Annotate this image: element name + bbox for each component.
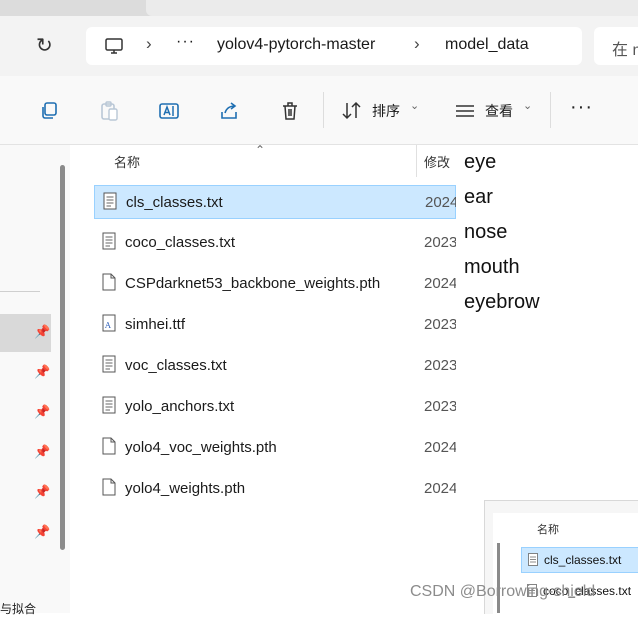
file-name: cls_classes.txt	[126, 194, 223, 211]
address-row: ↻ › ··· yolov4-pytorch-master › model_da…	[0, 16, 638, 76]
file-name: yolo_anchors.txt	[125, 398, 235, 415]
copy-icon[interactable]	[38, 100, 60, 122]
tab-strip	[0, 0, 638, 16]
view-icon[interactable]	[454, 100, 476, 122]
file-name: yolo4_weights.pth	[125, 480, 246, 497]
pin-icon[interactable]: 📌	[34, 484, 50, 500]
text-file-icon	[102, 396, 116, 414]
file-date: 2023	[424, 398, 458, 415]
nav-scrollbar[interactable]	[60, 165, 65, 550]
watermark: CSDN @Borrowing-shield	[410, 583, 596, 600]
search-placeholder: 在 m	[612, 42, 638, 59]
file-row[interactable]: yolo4_voc_weights.pth 2024	[94, 431, 458, 465]
pin-icon[interactable]: 📌	[34, 444, 50, 460]
text-file-icon	[102, 232, 116, 250]
file-list: ⌃ 名称 修改 cls_classes.txt 2024 coco_classes.…	[72, 143, 459, 613]
text-line: ear	[464, 186, 493, 208]
file-row[interactable]: cls_classes.txt 2024	[94, 185, 459, 219]
chevron-down-icon[interactable]: ⌄	[523, 99, 532, 112]
chevron-right-icon: ›	[414, 34, 420, 53]
sort-up-icon: ⌃	[255, 143, 266, 157]
chevron-right-icon: ›	[146, 34, 152, 53]
scrollbar[interactable]	[497, 543, 500, 613]
list-item[interactable]: cls_classes.txt	[521, 547, 638, 573]
refresh-icon[interactable]: ↻	[36, 33, 53, 58]
column-header-name[interactable]: 名称	[114, 152, 140, 171]
file-date: 2024	[425, 194, 459, 211]
font-file-icon: A	[102, 314, 116, 332]
more-options-button[interactable]: ···	[570, 96, 593, 119]
pin-icon[interactable]: 📌	[34, 364, 50, 380]
share-icon[interactable]	[218, 100, 240, 122]
text-line: mouth	[464, 256, 520, 278]
text-line: eye	[464, 151, 497, 173]
file-date: 2024	[424, 275, 458, 292]
file-name: voc_classes.txt	[125, 357, 227, 374]
text-line: eyebrow	[464, 291, 540, 313]
breadcrumb-item-project[interactable]: yolov4-pytorch-master	[217, 36, 375, 54]
pin-icon[interactable]: 📌	[34, 524, 50, 540]
file-name: yolo4_voc_weights.pth	[125, 439, 277, 456]
file-date: 2024	[424, 480, 458, 497]
file-date: 2023	[424, 357, 458, 374]
sort-button[interactable]: 排序	[372, 101, 400, 121]
text-file-icon	[103, 192, 117, 210]
nav-divider	[0, 291, 40, 292]
text-file-icon	[528, 553, 538, 566]
file-name: cls_classes.txt	[544, 553, 622, 567]
file-date: 2024	[424, 439, 458, 456]
breadcrumb-more[interactable]: ···	[176, 33, 195, 51]
navigation-pane: 📌 📌 📌 📌 📌 📌 与拟合	[0, 145, 70, 616]
address-bar[interactable]: › ··· yolov4-pytorch-master › model_data	[86, 27, 582, 65]
pin-icon[interactable]: 📌	[34, 404, 50, 420]
file-name: CSPdarknet53_backbone_weights.pth	[125, 275, 381, 292]
file-row[interactable]: yolo4_weights.pth 2024	[94, 472, 458, 506]
file-icon	[102, 437, 116, 455]
rename-icon[interactable]	[158, 100, 180, 122]
file-row[interactable]: yolo_anchors.txt 2023	[94, 390, 458, 424]
file-name: simhei.ttf	[125, 316, 186, 333]
file-date: 2023	[424, 316, 458, 333]
column-header-date[interactable]: 修改	[424, 152, 450, 171]
toolbar-divider	[323, 92, 324, 128]
column-header-name[interactable]: 名称	[537, 521, 559, 537]
text-file-icon	[102, 355, 116, 373]
toolbar-divider	[550, 92, 551, 128]
file-icon	[102, 273, 116, 291]
this-pc-icon[interactable]	[104, 36, 124, 56]
column-divider[interactable]	[416, 145, 417, 177]
svg-text:A: A	[104, 321, 111, 330]
file-name: coco_classes.txt	[125, 234, 236, 251]
delete-icon[interactable]	[279, 100, 301, 122]
file-row[interactable]: Asimhei.ttf 2023	[94, 308, 458, 342]
view-button[interactable]: 查看	[485, 101, 513, 121]
paste-icon	[101, 101, 118, 121]
search-box[interactable]: 在 m	[594, 27, 638, 65]
text-line: nose	[464, 221, 508, 243]
command-bar: 排序 ⌄ 查看 ⌄ ···	[0, 76, 638, 145]
active-tab[interactable]	[146, 0, 638, 16]
file-icon	[102, 478, 116, 496]
chevron-down-icon[interactable]: ⌄	[410, 99, 419, 112]
file-row[interactable]: coco_classes.txt 2023	[94, 226, 458, 260]
file-date: 2023	[424, 234, 458, 251]
breadcrumb-item-model-data[interactable]: model_data	[445, 36, 529, 54]
file-row[interactable]: CSPdarknet53_backbone_weights.pth 2024	[94, 267, 458, 301]
nav-item-label[interactable]: 与拟合	[0, 600, 36, 617]
sort-icon[interactable]	[341, 100, 363, 122]
file-row[interactable]: voc_classes.txt 2023	[94, 349, 458, 383]
pin-icon[interactable]: 📌	[34, 324, 50, 340]
text-preview: eye ear nose mouth eyebrow	[456, 145, 638, 505]
